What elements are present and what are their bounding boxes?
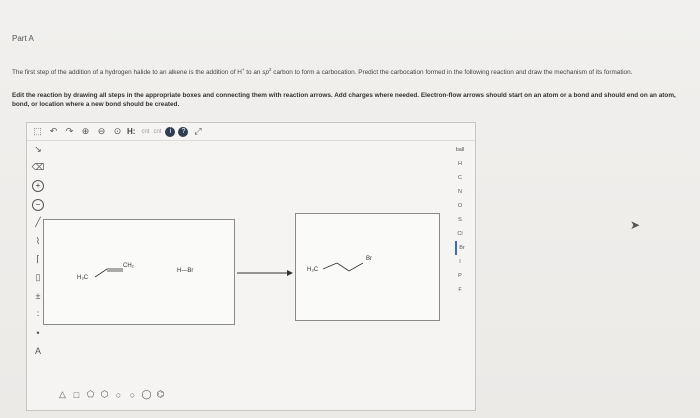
zoom-fit-icon[interactable]: ⊙ (111, 125, 124, 138)
hexagon-icon[interactable]: ⬡ (99, 389, 110, 400)
reaction-arrow[interactable] (237, 269, 293, 277)
product-br: Br (366, 256, 372, 262)
question-line1-after: carbon to form a carbocation. Predict th… (271, 69, 633, 77)
reactant1-h3c: H₃C (77, 275, 89, 281)
question-line1-before: The first step of the addition of a hydr… (12, 69, 242, 77)
element-br[interactable]: Br (455, 241, 465, 255)
editor-toolbar: ⬚ ↶ ↷ ⊕ ⊖ ⊙ H: cnt cnt i ? ⤢ (27, 123, 475, 141)
product-bonds (322, 262, 364, 272)
element-palette-header: ball (455, 147, 465, 153)
eraser-icon[interactable]: ⌫ (31, 161, 45, 174)
pentagon-icon[interactable]: ⬠ (85, 389, 96, 400)
zoom-in-icon[interactable]: ⊕ (79, 125, 92, 138)
triangle-icon[interactable]: △ (57, 389, 68, 400)
heptagon-icon[interactable]: ○ (113, 389, 124, 400)
toolbar-label-b[interactable]: cnt (153, 129, 161, 135)
element-s[interactable]: S (458, 213, 462, 227)
benzene-icon[interactable]: ⌬ (155, 389, 166, 400)
hydrogen-toggle[interactable]: H: (127, 127, 135, 136)
element-h[interactable]: H (458, 157, 462, 171)
select-tool-icon[interactable]: ⬚ (31, 125, 44, 138)
square-icon[interactable]: □ (71, 389, 82, 400)
toolbar-label-a[interactable]: cnt (141, 129, 149, 135)
negative-charge-icon[interactable]: − (31, 198, 45, 211)
element-c[interactable]: C (458, 171, 462, 185)
redo-icon[interactable]: ↷ (63, 125, 76, 138)
question-sp: sp (262, 69, 270, 77)
part-title: Part A (12, 34, 34, 43)
zoom-out-icon[interactable]: ⊖ (95, 125, 108, 138)
mouse-cursor-icon: ➤ (630, 218, 641, 232)
question-text: The first step of the addition of a hydr… (12, 66, 692, 78)
atom-label-icon[interactable]: A (31, 345, 45, 358)
circle-ring-icon[interactable]: ◯ (141, 389, 152, 400)
reactant2-hbr: H—Br (177, 268, 194, 274)
positive-charge-icon[interactable]: + (31, 180, 45, 193)
page: Part A The first step of the addition of… (0, 0, 700, 418)
chemistry-editor[interactable]: ⬚ ↶ ↷ ⊕ ⊖ ⊙ H: cnt cnt i ? ⤢ ↘ ⌫ + − ╱ ⌇… (26, 122, 476, 411)
product-h3c: H₃C (307, 267, 319, 273)
info-icon[interactable]: i (165, 126, 176, 137)
undo-icon[interactable]: ↶ (47, 125, 60, 138)
radical-icon[interactable]: • (31, 326, 45, 339)
question-line1-mid: to an (244, 69, 263, 77)
instruction-text: Edit the reaction by drawing all steps i… (12, 92, 676, 108)
octagon-icon[interactable]: ○ (127, 389, 138, 400)
element-f[interactable]: F (458, 283, 461, 297)
arrow-tool-icon[interactable]: ↘ (31, 143, 45, 156)
reactant1-ch2: CH₂ (123, 263, 134, 269)
reactant-box[interactable] (43, 219, 235, 325)
shape-toolbar: △ □ ⬠ ⬡ ○ ○ ◯ ⌬ (57, 389, 169, 400)
element-o[interactable]: O (458, 199, 462, 213)
expand-icon[interactable]: ⤢ (191, 125, 204, 138)
element-cl[interactable]: Cl (457, 227, 462, 241)
element-p[interactable]: P (458, 269, 462, 283)
help-icon[interactable]: ? (178, 126, 189, 137)
element-n[interactable]: N (458, 185, 462, 199)
element-palette: ball H C N O S Cl Br I P F (450, 143, 470, 343)
element-i[interactable]: I (459, 255, 461, 269)
